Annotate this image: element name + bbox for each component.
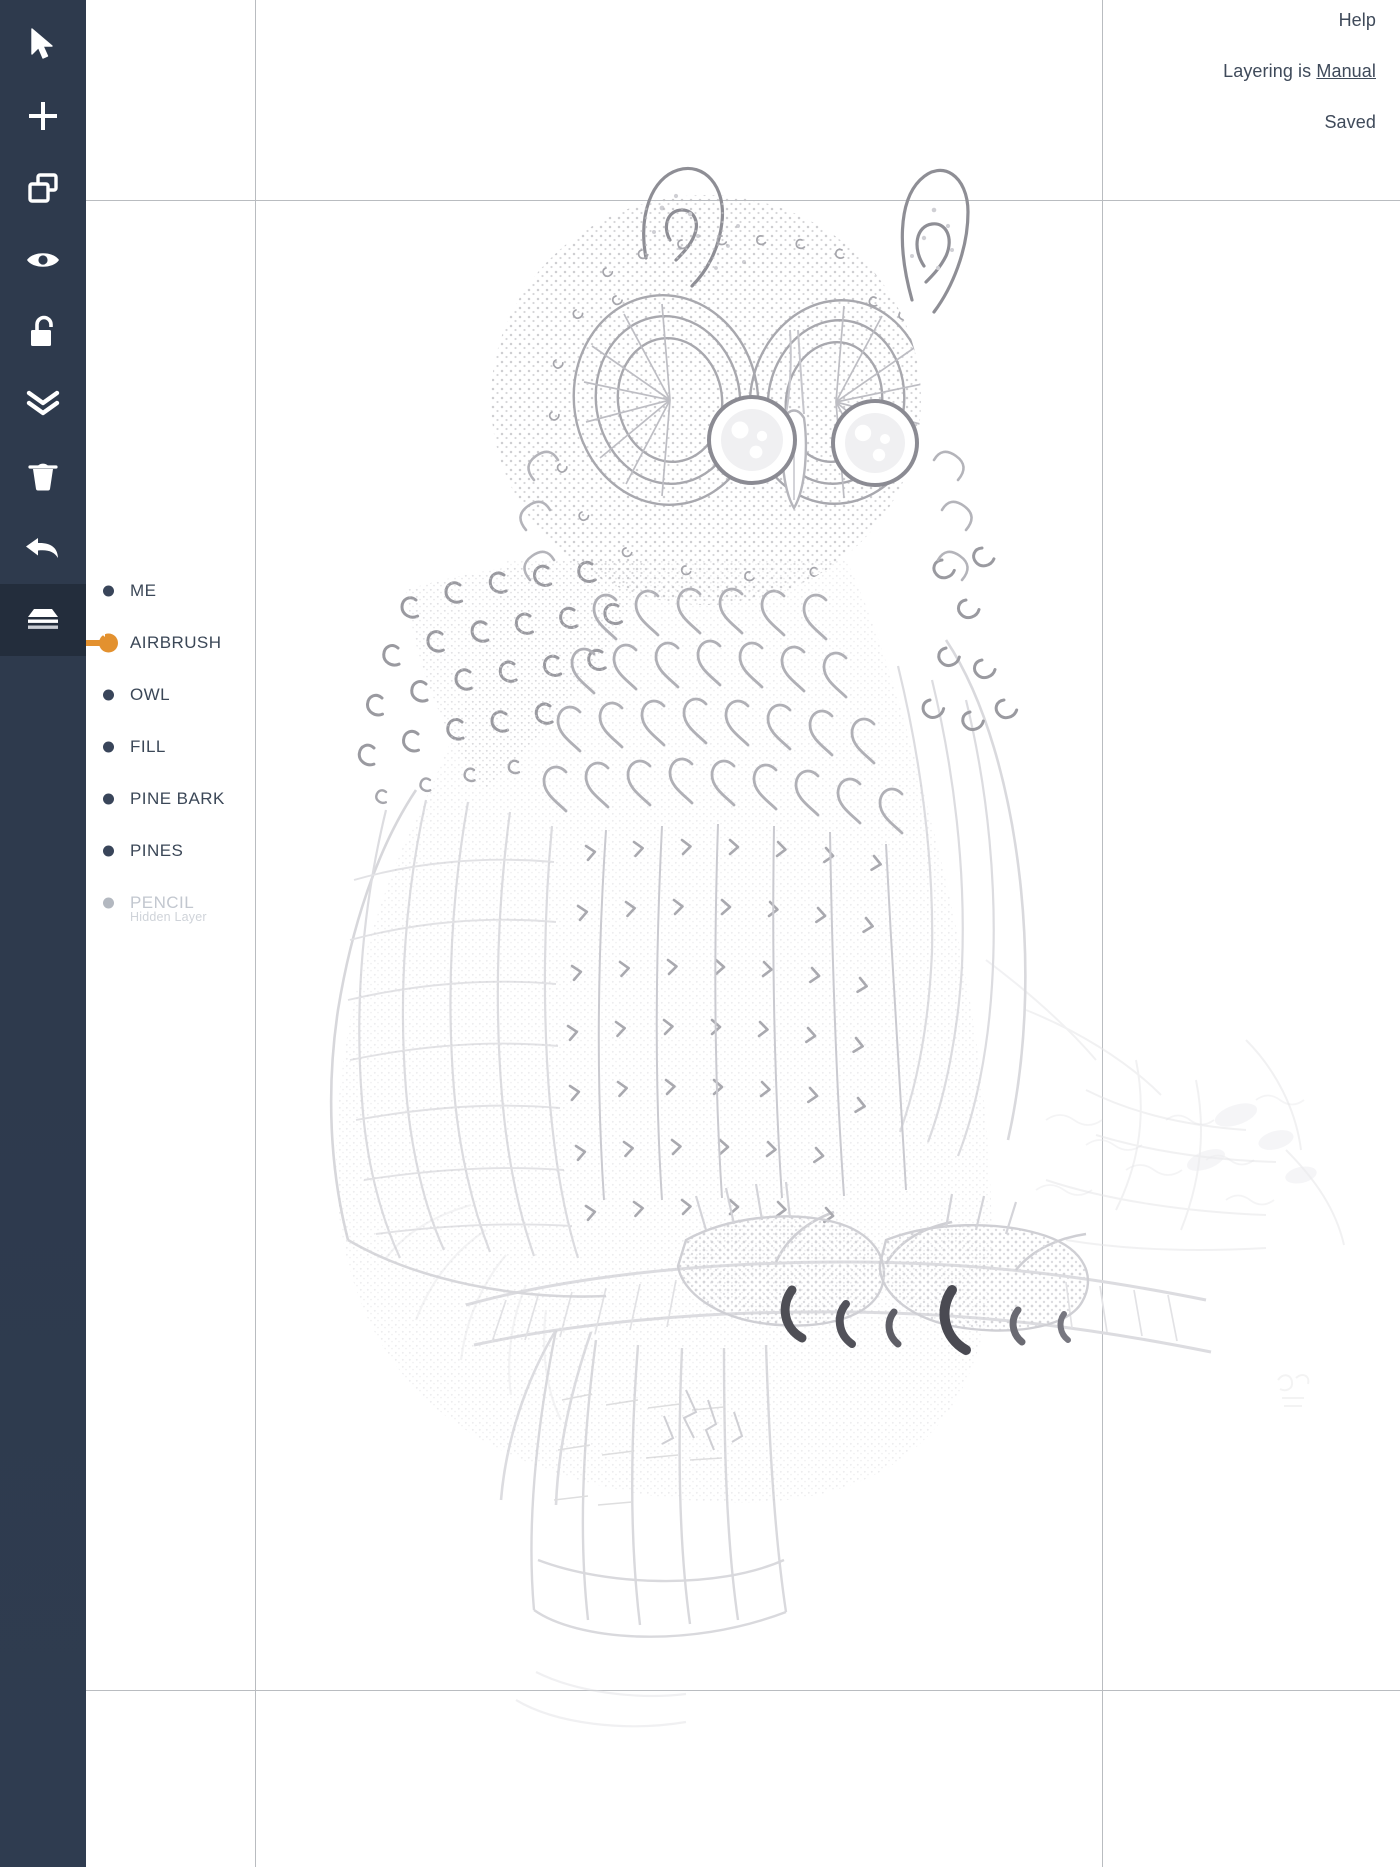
plus-icon xyxy=(26,99,60,133)
guide-vertical-left xyxy=(255,0,256,1867)
layer-list: ME AIRBRUSH OWL FILL PINE BARK PINES PEN… xyxy=(70,565,296,929)
save-status-label: Saved xyxy=(1324,112,1376,132)
save-status: Saved xyxy=(940,113,1376,131)
layer-label: AIRBRUSH xyxy=(130,633,222,652)
undo-arrow-icon xyxy=(24,533,62,563)
layer-label: OWL xyxy=(130,685,171,704)
layer-label: FILL xyxy=(130,737,166,756)
layer-label: PINES xyxy=(130,841,184,860)
undo-tool[interactable] xyxy=(0,512,86,584)
layer-row-pine-bark[interactable]: PINE BARK xyxy=(86,773,296,825)
layer-row-airbrush[interactable]: AIRBRUSH xyxy=(70,617,296,669)
layer-dot-icon[interactable] xyxy=(103,793,114,805)
layer-dot-icon[interactable] xyxy=(103,689,114,701)
top-header: Help Layering is Manual Saved xyxy=(940,0,1400,131)
layer-hidden-sublabel: Hidden Layer xyxy=(130,910,207,924)
layer-dot-icon[interactable] xyxy=(103,741,114,753)
canvas-area[interactable] xyxy=(86,0,1400,1867)
guide-horizontal-bottom xyxy=(86,1690,1400,1691)
layer-row-fill[interactable]: FILL xyxy=(86,721,296,773)
cursor-select-icon xyxy=(28,27,58,61)
help-label: Help xyxy=(1338,10,1376,30)
layering-mode-link[interactable]: Manual xyxy=(1316,61,1376,81)
layer-label: ME xyxy=(130,581,157,600)
visibility-tool[interactable] xyxy=(0,224,86,296)
unlock-icon xyxy=(28,315,58,349)
merge-down-tool[interactable] xyxy=(0,368,86,440)
layer-dot-icon[interactable] xyxy=(103,585,114,597)
select-tool[interactable] xyxy=(0,8,86,80)
layer-row-pines[interactable]: PINES xyxy=(86,825,296,877)
layers-tool[interactable] xyxy=(0,584,86,656)
help-link[interactable]: Help xyxy=(940,11,1376,29)
layers-icon xyxy=(26,607,60,633)
layer-row-owl[interactable]: OWL xyxy=(86,669,296,721)
layer-dot-icon[interactable] xyxy=(103,845,114,857)
layer-label: PINE BARK xyxy=(130,789,225,808)
layering-prefix-label: Layering is xyxy=(1223,61,1317,81)
duplicate-tool[interactable] xyxy=(0,152,86,224)
owl-artwork xyxy=(329,166,1345,1728)
delete-tool[interactable] xyxy=(0,440,86,512)
trash-icon xyxy=(28,460,58,492)
guide-vertical-right xyxy=(1102,0,1103,1867)
guide-horizontal-top xyxy=(86,200,1400,201)
add-layer-tool[interactable] xyxy=(0,80,86,152)
layer-row-pencil[interactable]: PENCIL Hidden Layer xyxy=(86,877,296,929)
lock-tool[interactable] xyxy=(0,296,86,368)
left-toolbar xyxy=(0,0,86,1867)
chevrons-down-icon xyxy=(26,390,60,418)
eye-icon xyxy=(26,249,60,271)
layer-row-me[interactable]: ME xyxy=(86,565,296,617)
duplicate-icon xyxy=(27,172,59,204)
layering-mode-row[interactable]: Layering is Manual xyxy=(940,62,1376,80)
layer-dot-icon[interactable] xyxy=(103,897,114,909)
